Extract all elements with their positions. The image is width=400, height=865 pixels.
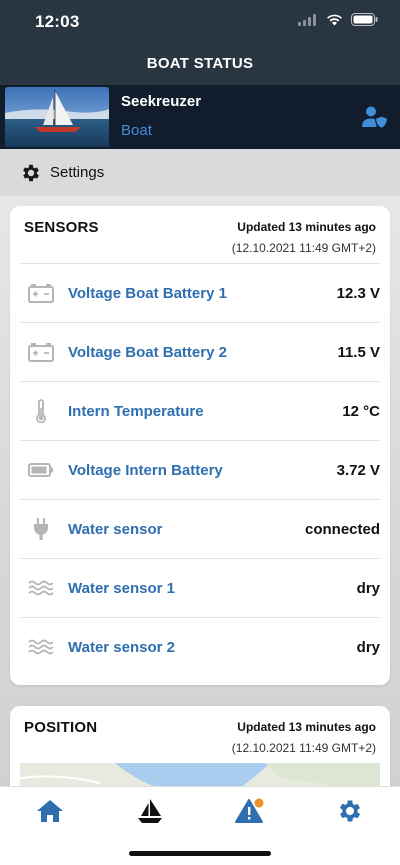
battery-box-icon bbox=[28, 284, 54, 303]
sensor-value: connected bbox=[304, 520, 380, 538]
sensor-label: Voltage Boat Battery 2 bbox=[68, 343, 227, 361]
sensor-row-intern-battery[interactable]: Voltage Intern Battery 3.72 V bbox=[20, 440, 380, 499]
gear-icon bbox=[339, 800, 361, 822]
position-title: POSITION bbox=[24, 719, 98, 736]
sensor-value: dry bbox=[356, 579, 380, 597]
tab-home[interactable] bbox=[35, 797, 65, 825]
home-indicator bbox=[129, 851, 271, 856]
home-icon bbox=[37, 800, 63, 822]
position-timestamp: (12.10.2021 11:49 GMT+2) bbox=[231, 741, 376, 755]
sensor-row-battery-1[interactable]: Voltage Boat Battery 1 12.3 V bbox=[20, 263, 380, 322]
signal-icon bbox=[298, 13, 316, 26]
sensor-value: dry bbox=[356, 638, 380, 656]
settings-link[interactable]: Settings bbox=[0, 149, 400, 196]
sensor-label: Voltage Intern Battery bbox=[68, 461, 223, 479]
sensors-updated: Updated 13 minutes ago bbox=[237, 220, 376, 234]
sensor-label: Voltage Boat Battery 1 bbox=[68, 284, 227, 302]
user-shield-button[interactable] bbox=[362, 105, 389, 130]
waves-icon bbox=[28, 639, 54, 655]
warning-icon bbox=[235, 798, 264, 823]
plug-icon bbox=[34, 518, 48, 540]
alert-badge bbox=[254, 798, 264, 808]
waves-icon bbox=[28, 580, 54, 596]
boat-type[interactable]: Boat bbox=[121, 122, 152, 139]
sensors-title: SENSORS bbox=[24, 219, 99, 236]
sensors-header: SENSORS Updated 13 minutes ago (12.10.20… bbox=[10, 206, 390, 263]
sensor-row-water-sensor-2[interactable]: Water sensor 2 dry bbox=[20, 617, 380, 676]
sensor-value: 12 °C bbox=[342, 402, 380, 420]
tab-boat[interactable] bbox=[135, 797, 165, 825]
user-shield-icon bbox=[362, 106, 389, 130]
sensor-row-battery-2[interactable]: Voltage Boat Battery 2 11.5 V bbox=[20, 322, 380, 381]
app-header: 12:03 BOAT STATUS bbox=[0, 0, 400, 85]
sailboat-icon bbox=[138, 799, 162, 823]
status-icons bbox=[298, 13, 378, 26]
tab-settings[interactable] bbox=[335, 797, 365, 825]
thermometer-icon bbox=[36, 399, 46, 423]
sensor-label: Water sensor 1 bbox=[68, 579, 175, 597]
sensor-label: Water sensor bbox=[68, 520, 163, 538]
sensor-value: 11.5 V bbox=[337, 343, 380, 361]
sensor-value: 3.72 V bbox=[336, 461, 380, 479]
sensor-row-temperature[interactable]: Intern Temperature 12 °C bbox=[20, 381, 380, 440]
sensors-timestamp: (12.10.2021 11:49 GMT+2) bbox=[231, 241, 376, 255]
position-header: POSITION Updated 13 minutes ago (12.10.2… bbox=[10, 706, 390, 763]
gear-icon bbox=[23, 164, 39, 181]
battery-status-icon bbox=[351, 13, 378, 26]
sensor-value: 12.3 V bbox=[336, 284, 380, 302]
sensor-row-water-sensor-1[interactable]: Water sensor 1 dry bbox=[20, 558, 380, 617]
sensor-label: Water sensor 2 bbox=[68, 638, 175, 656]
battery-box-icon bbox=[28, 343, 54, 362]
boat-card[interactable]: Seekreuzer Boat bbox=[0, 85, 400, 149]
wifi-icon bbox=[327, 14, 342, 26]
tab-alerts[interactable] bbox=[235, 797, 265, 825]
sensor-label: Intern Temperature bbox=[68, 402, 204, 420]
settings-label: Settings bbox=[50, 164, 105, 181]
boat-name: Seekreuzer bbox=[121, 93, 202, 110]
sensors-card: SENSORS Updated 13 minutes ago (12.10.20… bbox=[10, 206, 390, 685]
battery-level-icon bbox=[28, 463, 53, 477]
sensor-list: Voltage Boat Battery 1 12.3 V Voltage Bo… bbox=[20, 263, 380, 676]
position-updated: Updated 13 minutes ago bbox=[237, 720, 376, 734]
page-title: BOAT STATUS bbox=[146, 55, 254, 72]
status-time: 12:03 bbox=[35, 12, 80, 31]
boat-photo bbox=[5, 87, 109, 147]
sensor-row-water-sensor[interactable]: Water sensor connected bbox=[20, 499, 380, 558]
